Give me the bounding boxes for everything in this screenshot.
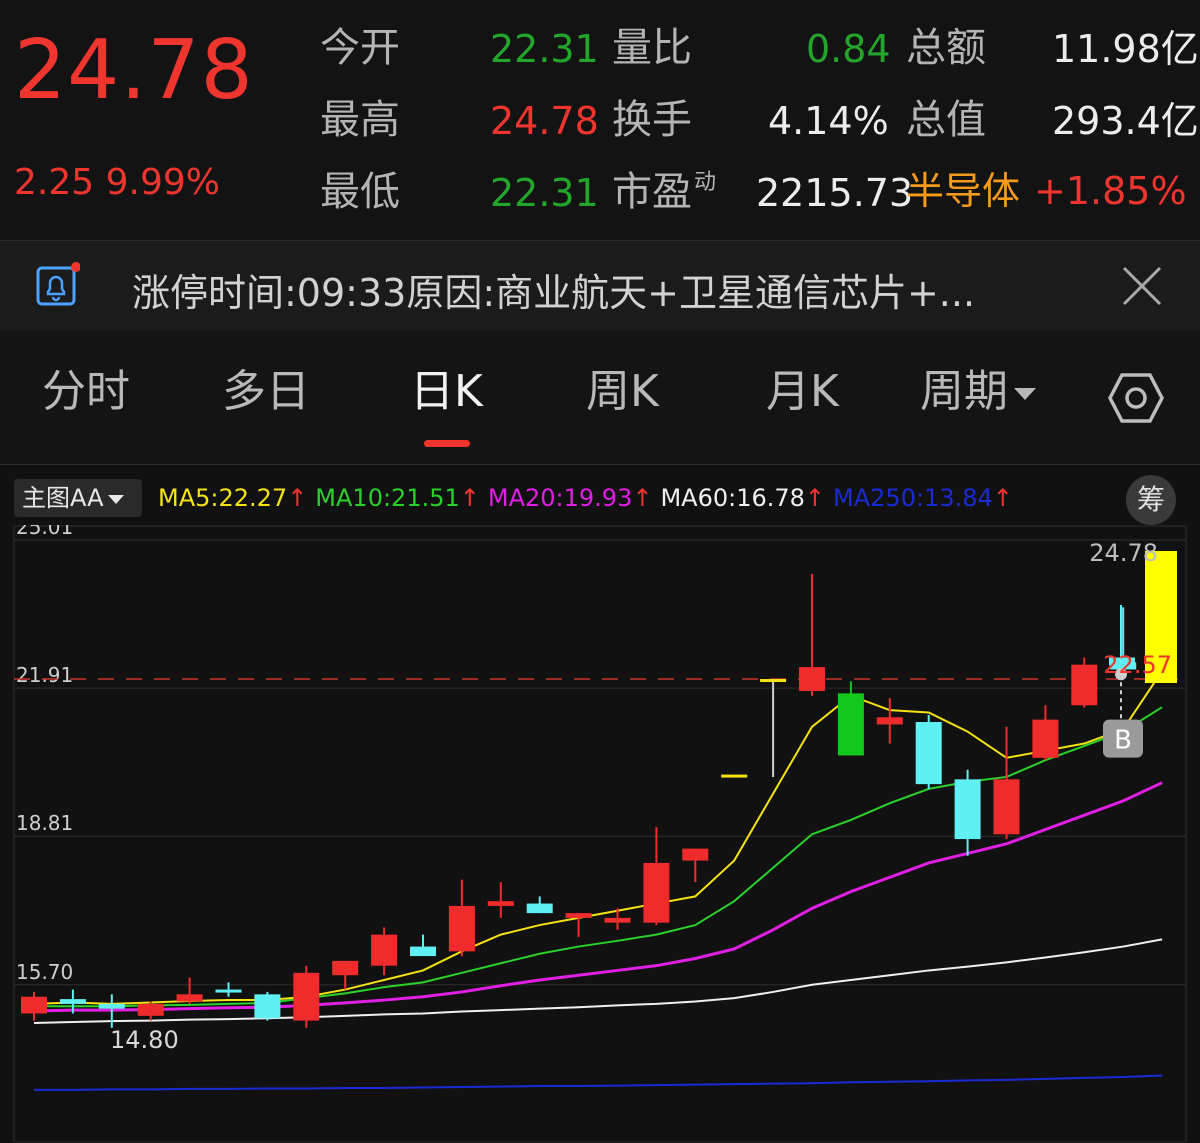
candle-body xyxy=(954,779,981,840)
candle-body xyxy=(1032,719,1059,758)
ma20-line xyxy=(33,781,1163,1013)
candle-body xyxy=(876,717,903,725)
ma5-line xyxy=(33,670,1163,1005)
tab-monthly-k[interactable]: 月K xyxy=(766,370,839,414)
main-indicator-label: 主图AA xyxy=(22,484,104,512)
candle-body xyxy=(176,994,203,1002)
bell-icon xyxy=(32,262,81,310)
tab-multi-day[interactable]: 多日 xyxy=(222,370,310,414)
candle-body xyxy=(837,693,864,756)
stat-label-sup: 动 xyxy=(694,170,717,195)
candle-body xyxy=(254,994,281,1019)
tab-period-label: 周期 xyxy=(920,366,1008,417)
candle-body xyxy=(293,972,320,1021)
tab-intraday[interactable]: 分时 xyxy=(42,370,130,414)
change-value: 2.25 xyxy=(14,162,95,203)
tab-daily-k[interactable]: 日K xyxy=(410,370,483,414)
candle-body xyxy=(371,934,398,966)
candle-body xyxy=(993,779,1020,835)
ma-legend-item: MA60:16.78↑ xyxy=(660,484,826,512)
up-arrow-icon: ↑ xyxy=(287,484,308,512)
stat-value: 22.31 xyxy=(490,27,599,71)
stat-label: 今开 xyxy=(320,25,400,71)
stat-value: 11.98亿 xyxy=(1052,27,1199,71)
ma-legend-item: MA5:22.27↑ xyxy=(158,484,308,512)
chip-distribution-button[interactable]: 筹 xyxy=(1126,475,1176,525)
candle-body xyxy=(682,848,709,861)
y-tick-label: 15.70 xyxy=(16,960,73,984)
candle-body xyxy=(487,901,514,906)
last-price: 24.78 xyxy=(14,23,254,118)
sector-info[interactable]: 半导体 +1.85% xyxy=(906,172,1187,210)
ma-legend-item: MA10:21.51↑ xyxy=(315,484,480,512)
stat-value: 22.31 xyxy=(490,171,599,215)
y-tick-label: 21.91 xyxy=(16,663,73,687)
candle-body xyxy=(604,917,631,923)
y-tick-label: 18.81 xyxy=(16,811,73,835)
up-arrow-icon: ↑ xyxy=(459,484,480,512)
ma60-line xyxy=(33,938,1163,1024)
candle-body xyxy=(799,667,825,691)
sector-change: +1.85% xyxy=(1034,169,1187,213)
ma10-line xyxy=(34,706,1163,1008)
dropdown-caret-icon xyxy=(1014,388,1036,400)
high-price-label: 24.78 xyxy=(1089,539,1158,567)
stat-label: 总值 xyxy=(906,97,986,143)
stat-value: 24.78 xyxy=(490,99,599,143)
stat-value: 4.14% xyxy=(768,99,889,143)
notice-text[interactable]: 涨停时间:09:33原因:商业航天+卫星通信芯片+... xyxy=(132,262,975,317)
main-indicator-selector[interactable]: 主图AA xyxy=(14,479,142,517)
stat-label: 量比 xyxy=(612,25,692,71)
close-icon[interactable] xyxy=(1120,264,1164,308)
tab-weekly-k[interactable]: 周K xyxy=(586,370,659,414)
up-arrow-icon: ↑ xyxy=(992,484,1013,512)
stat-label: 最高 xyxy=(320,97,400,143)
dropdown-caret-icon xyxy=(107,494,124,504)
candle-body xyxy=(721,774,748,778)
stat-label: 最低 xyxy=(320,169,400,215)
sector-name: 半导体 xyxy=(906,169,1021,213)
candle-body xyxy=(137,1003,164,1016)
candle-body xyxy=(565,913,592,918)
up-arrow-icon: ↑ xyxy=(632,484,653,512)
candle-body xyxy=(915,722,942,785)
price-change: 2.25 9.99% xyxy=(14,162,220,203)
candle-body xyxy=(1071,664,1098,706)
candle-body xyxy=(760,679,787,683)
ref-price-label: 22.57 xyxy=(1103,651,1172,679)
stat-label: 市盈动 xyxy=(612,169,717,215)
stat-value: 0.84 xyxy=(806,27,891,71)
candle-body xyxy=(643,862,670,923)
candle-body xyxy=(215,989,242,993)
ma-legend-item: MA20:19.93↑ xyxy=(487,484,653,512)
y-tick-label: 25.01 xyxy=(16,525,73,539)
candle-body xyxy=(526,903,553,914)
active-tab-indicator xyxy=(424,440,470,447)
candle-body xyxy=(448,905,475,952)
stat-label: 换手 xyxy=(612,97,692,143)
candlestick-chart[interactable]: 25.01 21.91 18.81 15.70 B 24.78 22.57 14.80 xyxy=(0,525,1200,1142)
candle-body xyxy=(410,946,436,957)
candle-body xyxy=(21,996,47,1014)
ma250-line xyxy=(34,1074,1163,1091)
buy-marker-label: B xyxy=(1114,726,1132,756)
hexagon-settings-icon[interactable] xyxy=(1108,370,1164,426)
up-arrow-icon: ↑ xyxy=(804,484,826,512)
candle-body xyxy=(98,1003,125,1009)
candle-body xyxy=(332,960,359,976)
candle-body xyxy=(59,999,86,1004)
ma-legend-item: MA250:13.84↑ xyxy=(833,484,1013,512)
stat-label: 总额 xyxy=(906,25,986,71)
tab-period[interactable]: 周期 xyxy=(920,370,1036,414)
stat-value: 293.4亿 xyxy=(1052,99,1199,143)
stat-value: 2215.73 xyxy=(756,171,914,215)
moving-average-legend: MA5:22.27↑ MA10:21.51↑ MA20:19.93↑ MA60:16.… xyxy=(158,483,1021,513)
low-price-label: 14.80 xyxy=(110,1026,179,1054)
change-percent: 9.99% xyxy=(105,162,220,203)
